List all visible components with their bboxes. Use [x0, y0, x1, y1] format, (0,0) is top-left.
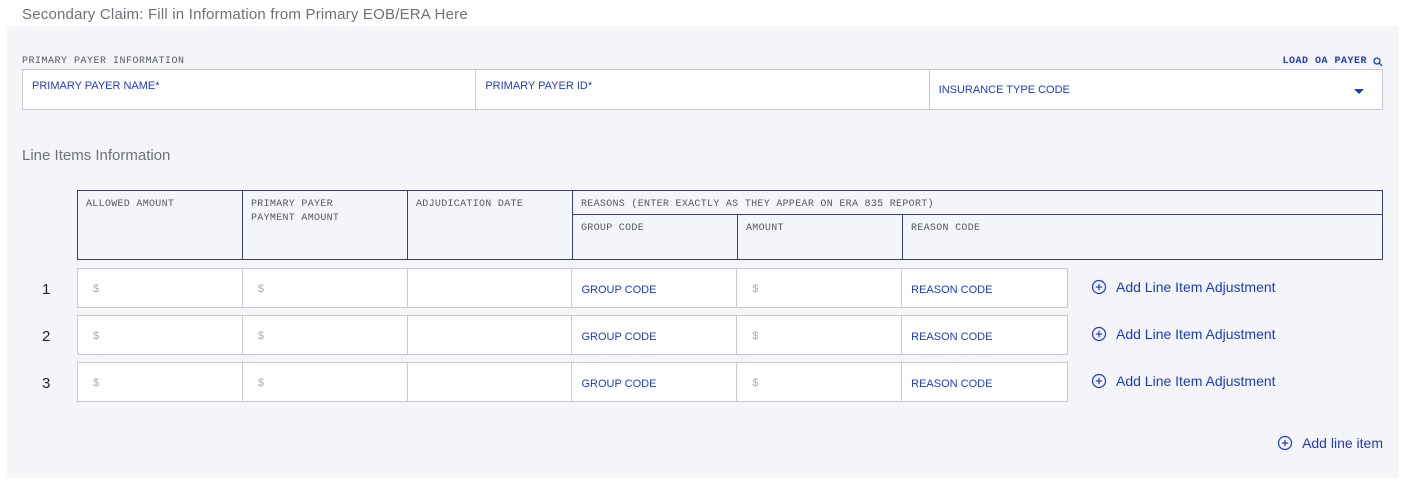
reason-code-select[interactable]: REASON CODE [902, 269, 1067, 307]
primary-payer-fields: PRIMARY PAYER NAME* PRIMARY PAYER ID* IN… [22, 69, 1383, 110]
plus-circle-icon [1277, 435, 1293, 451]
primary-payment-placeholder: $ [257, 283, 264, 295]
header-primary-payment-line2: PAYMENT AMOUNT [251, 213, 340, 224]
add-line-item-adjustment-button[interactable]: Add Line Item Adjustment [1091, 326, 1276, 342]
row-number: 3 [42, 375, 51, 392]
group-code-select[interactable]: GROUP CODE [572, 269, 738, 307]
primary-payer-section-label: PRIMARY PAYER INFORMATION [22, 56, 185, 67]
primary-payment-placeholder: $ [257, 377, 264, 389]
table-row: 1 $ $ GROUP CODE $ REASON CODE Add Line … [22, 268, 1322, 308]
plus-circle-icon [1091, 279, 1107, 295]
row-cells: $ $ GROUP CODE $ REASON CODE [77, 315, 1068, 355]
allowed-amount-input[interactable]: $ [78, 363, 243, 401]
primary-payment-input[interactable]: $ [243, 363, 408, 401]
primary-payer-id-label: PRIMARY PAYER ID* [485, 80, 593, 92]
adjudication-date-input[interactable] [408, 363, 573, 401]
primary-payer-name-field[interactable]: PRIMARY PAYER NAME* [23, 70, 477, 109]
reason-code-select[interactable]: REASON CODE [902, 363, 1067, 401]
line-items-title: Line Items Information [22, 147, 171, 164]
allowed-amount-placeholder: $ [93, 330, 100, 342]
reason-code-label: REASON CODE [911, 331, 993, 343]
primary-payment-placeholder: $ [257, 330, 264, 342]
add-line-item-label: Add line item [1302, 435, 1383, 451]
chevron-down-icon [1353, 89, 1364, 94]
primary-payment-input[interactable]: $ [243, 269, 408, 307]
group-code-label: GROUP CODE [581, 378, 657, 390]
adjustment-amount-input[interactable]: $ [737, 316, 903, 354]
add-line-item-button[interactable]: Add line item [1277, 435, 1383, 451]
page-heading: Secondary Claim: Fill in Information fro… [22, 6, 468, 23]
add-line-item-adjustment-label: Add Line Item Adjustment [1116, 373, 1276, 389]
group-code-select[interactable]: GROUP CODE [572, 316, 738, 354]
insurance-type-code-select[interactable]: INSURANCE TYPE CODE [929, 70, 1382, 109]
header-allowed-amount: ALLOWED AMOUNT [86, 199, 175, 210]
load-oa-payer-link[interactable]: LOAD OA PAYER [1282, 56, 1383, 67]
insurance-type-code-label: INSURANCE TYPE CODE [938, 84, 1070, 96]
header-amount: AMOUNT [746, 223, 784, 234]
group-code-label: GROUP CODE [581, 331, 657, 343]
add-line-item-adjustment-button[interactable]: Add Line Item Adjustment [1091, 279, 1276, 295]
adjustment-amount-placeholder: $ [752, 377, 759, 389]
reason-code-select[interactable]: REASON CODE [902, 316, 1067, 354]
allowed-amount-input[interactable]: $ [78, 269, 243, 307]
adjustment-amount-placeholder: $ [752, 283, 759, 295]
allowed-amount-placeholder: $ [93, 283, 100, 295]
row-number: 2 [42, 328, 51, 345]
row-number: 1 [42, 281, 51, 298]
reason-code-label: REASON CODE [911, 284, 993, 296]
primary-payer-name-label: PRIMARY PAYER NAME* [32, 80, 160, 92]
group-code-label: GROUP CODE [581, 284, 657, 296]
group-code-select[interactable]: GROUP CODE [572, 363, 738, 401]
adjustment-amount-input[interactable]: $ [737, 363, 903, 401]
allowed-amount-input[interactable]: $ [78, 316, 243, 354]
adjudication-date-input[interactable] [408, 269, 573, 307]
primary-payer-id-field[interactable]: PRIMARY PAYER ID* [476, 70, 930, 109]
row-cells: $ $ GROUP CODE $ REASON CODE [77, 362, 1068, 402]
search-icon [1373, 56, 1383, 66]
header-adjudication-date: ADJUDICATION DATE [416, 199, 524, 210]
table-row: 3 $ $ GROUP CODE $ REASON CODE Add Line … [22, 362, 1322, 402]
plus-circle-icon [1091, 326, 1107, 342]
adjudication-date-input[interactable] [408, 316, 573, 354]
reason-code-label: REASON CODE [911, 378, 993, 390]
row-cells: $ $ GROUP CODE $ REASON CODE [77, 268, 1068, 308]
header-group-code: GROUP CODE [581, 223, 645, 234]
load-oa-payer-label: LOAD OA PAYER [1282, 56, 1367, 67]
allowed-amount-placeholder: $ [93, 377, 100, 389]
add-line-item-adjustment-button[interactable]: Add Line Item Adjustment [1091, 373, 1276, 389]
adjustment-amount-placeholder: $ [752, 330, 759, 342]
add-line-item-adjustment-label: Add Line Item Adjustment [1116, 279, 1276, 295]
plus-circle-icon [1091, 373, 1107, 389]
adjustment-amount-input[interactable]: $ [737, 269, 903, 307]
line-items-header: ALLOWED AMOUNT PRIMARY PAYER PAYMENT AMO… [77, 190, 1383, 260]
primary-payment-input[interactable]: $ [243, 316, 408, 354]
header-reason-code: REASON CODE [911, 223, 981, 234]
table-row: 2 $ $ GROUP CODE $ REASON CODE Add Line … [22, 315, 1322, 355]
header-reasons: REASONS (ENTER EXACTLY AS THEY APPEAR ON… [581, 199, 934, 210]
header-primary-payment-line1: PRIMARY PAYER [251, 199, 333, 210]
add-line-item-adjustment-label: Add Line Item Adjustment [1116, 326, 1276, 342]
